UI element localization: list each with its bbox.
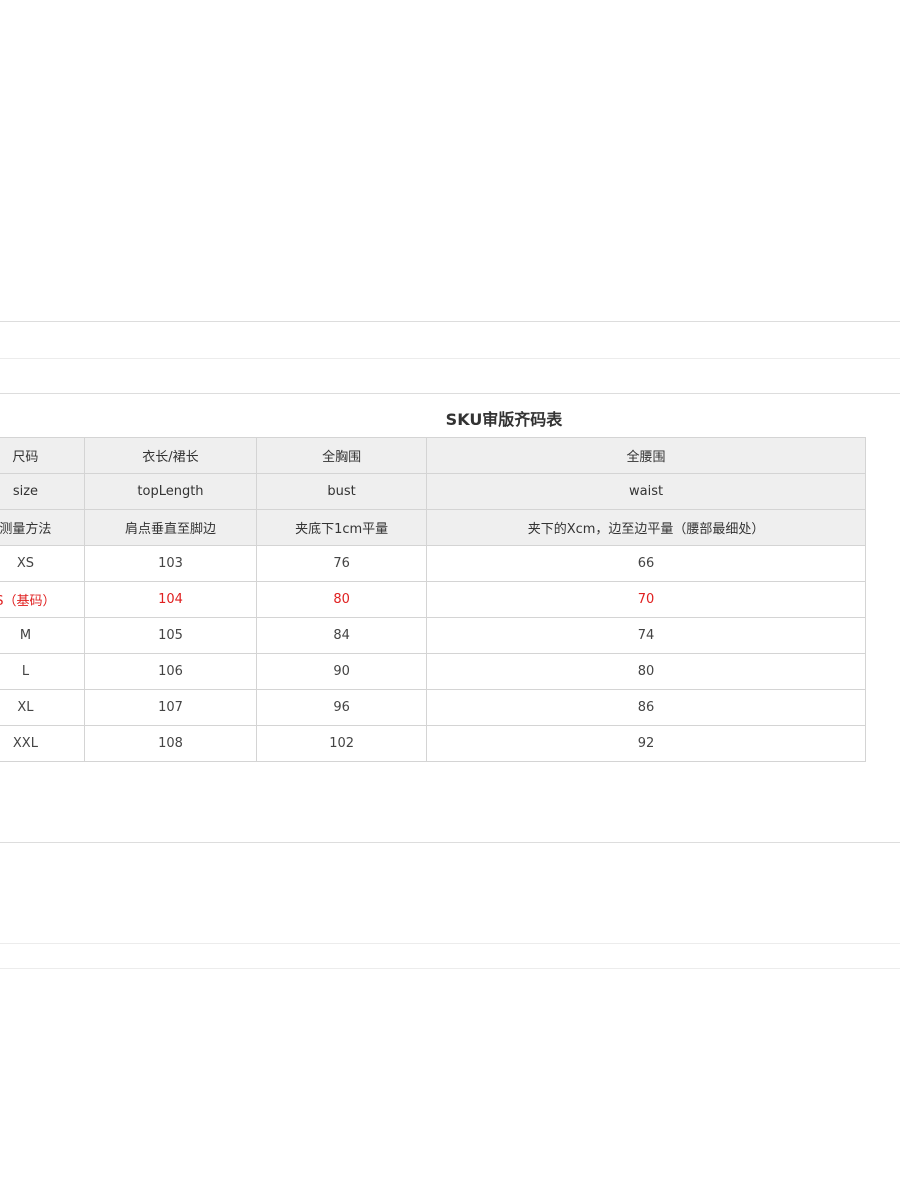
header-cell: 夹底下1cm平量 [256, 509, 428, 546]
waist-cell: 80 [426, 653, 866, 690]
header-row-english: size topLength bust waist [0, 473, 866, 510]
table-title: SKU审版齐码表 [445, 410, 563, 429]
size-cell: S（基码） [0, 581, 85, 618]
divider-line [0, 943, 900, 944]
table-row: XXL 108 102 92 [0, 725, 866, 762]
bust-cell: 80 [256, 581, 428, 618]
table-row: XL 107 96 86 [0, 689, 866, 726]
bust-cell: 76 [256, 545, 428, 582]
bust-cell: 90 [256, 653, 428, 690]
header-cell: 全腰围 [426, 437, 866, 474]
header-cell: bust [256, 473, 428, 510]
size-cell: XS [0, 545, 85, 582]
size-chart-table: 尺码 衣长/裙长 全胸围 全腰围 size topLength bust wai… [0, 437, 866, 762]
header-cell: 测量方法 [0, 509, 85, 546]
length-cell: 108 [83, 725, 258, 762]
length-cell: 104 [83, 581, 258, 618]
waist-cell: 70 [426, 581, 866, 618]
header-cell: 尺码 [0, 437, 85, 474]
header-row-method: 测量方法 肩点垂直至脚边 夹底下1cm平量 夹下的Xcm，边至边平量（腰部最细处… [0, 509, 866, 546]
bust-cell: 102 [256, 725, 428, 762]
length-cell: 105 [83, 617, 258, 654]
header-row-size: 尺码 衣长/裙长 全胸围 全腰围 [0, 437, 866, 474]
table-row: M 105 84 74 [0, 617, 866, 654]
length-cell: 107 [83, 689, 258, 726]
waist-cell: 74 [426, 617, 866, 654]
size-cell: XL [0, 689, 85, 726]
header-cell: waist [426, 473, 866, 510]
waist-cell: 86 [426, 689, 866, 726]
waist-cell: 66 [426, 545, 866, 582]
header-cell: 夹下的Xcm，边至边平量（腰部最细处） [426, 509, 866, 546]
waist-cell: 92 [426, 725, 866, 762]
length-cell: 103 [83, 545, 258, 582]
bust-cell: 96 [256, 689, 428, 726]
divider-line [0, 321, 900, 322]
bust-cell: 84 [256, 617, 428, 654]
header-cell: 肩点垂直至脚边 [83, 509, 258, 546]
table-row: L 106 90 80 [0, 653, 866, 690]
size-cell: XXL [0, 725, 85, 762]
header-cell: 衣长/裙长 [83, 437, 258, 474]
divider-line [0, 393, 900, 394]
divider-line [0, 968, 900, 969]
table-row: XS 103 76 66 [0, 545, 866, 582]
size-cell: M [0, 617, 85, 654]
divider-line [0, 842, 900, 843]
size-cell: L [0, 653, 85, 690]
table-row-base-size: S（基码） 104 80 70 [0, 581, 866, 618]
header-cell: topLength [83, 473, 258, 510]
header-cell: size [0, 473, 85, 510]
header-cell: 全胸围 [256, 437, 428, 474]
length-cell: 106 [83, 653, 258, 690]
divider-line [0, 358, 900, 359]
